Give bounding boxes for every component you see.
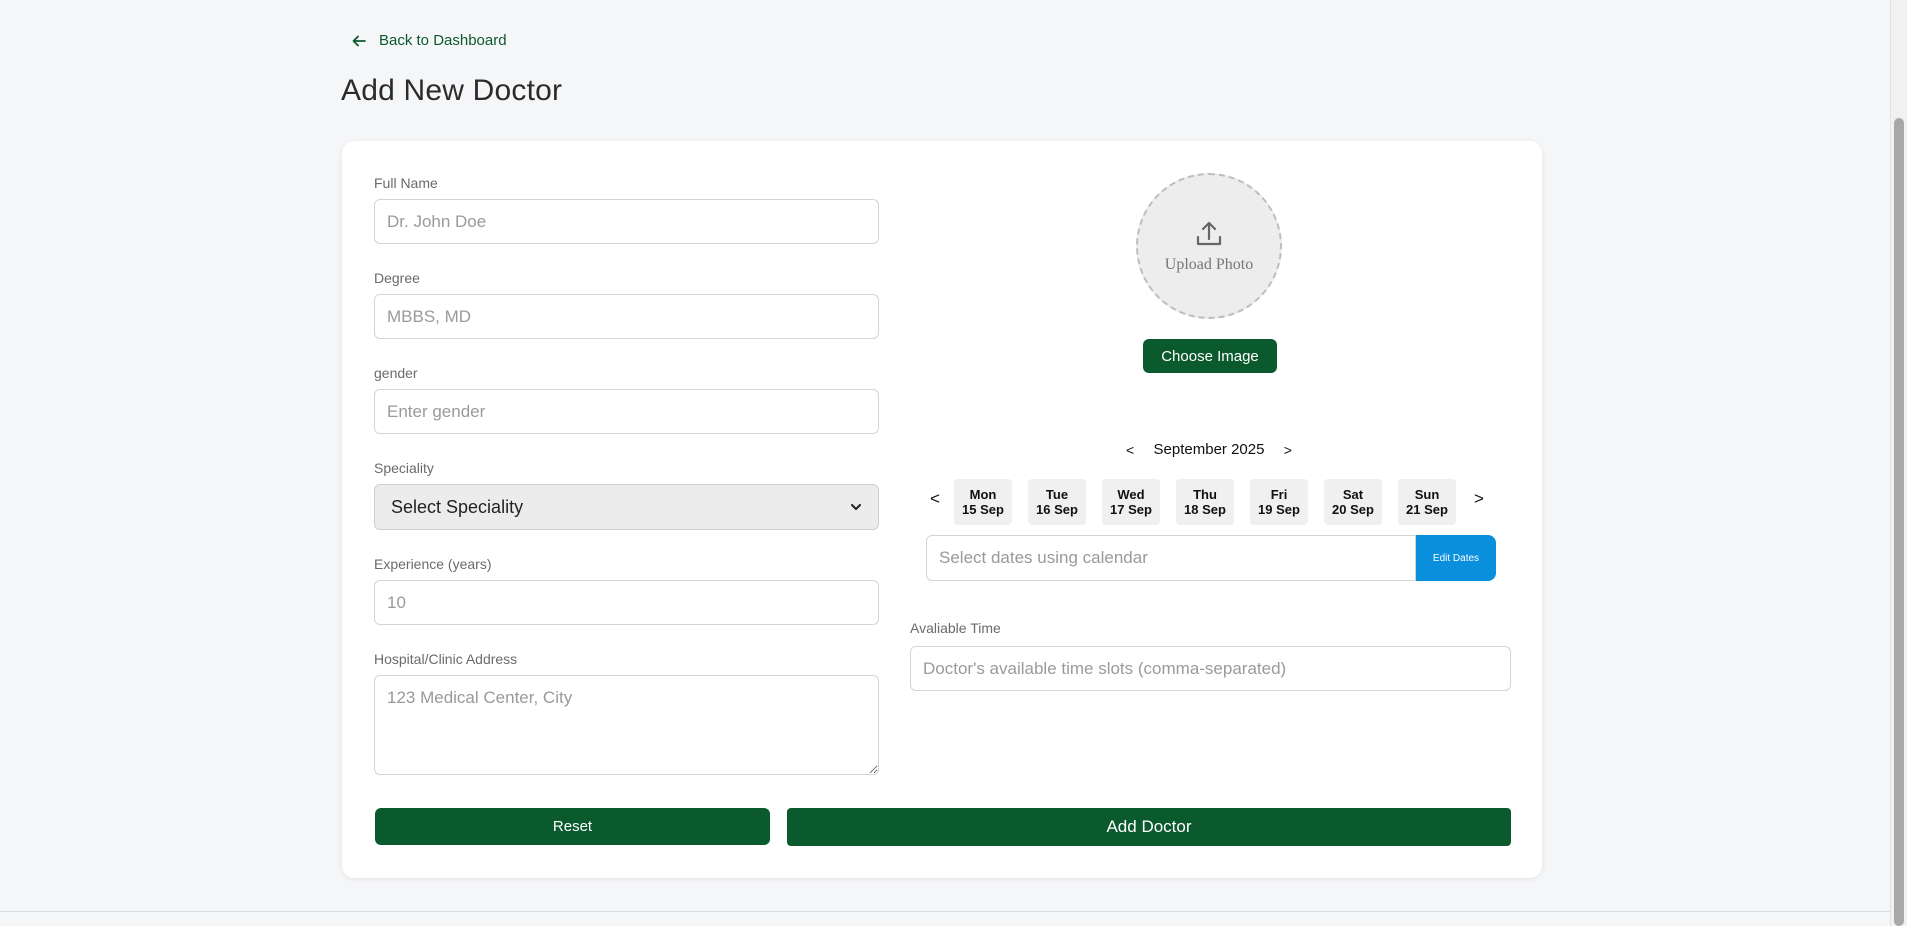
day-weekday: Tue (1045, 487, 1069, 502)
day-chip[interactable]: Thu 18 Sep (1176, 479, 1234, 525)
gender-input[interactable] (374, 389, 879, 434)
day-weekday: Fri (1270, 487, 1288, 502)
day-weekday: Wed (1117, 487, 1145, 502)
edit-dates-button[interactable]: Edit Dates (1416, 535, 1496, 581)
gender-label: gender (374, 365, 418, 381)
current-month-label: September 2025 (1153, 441, 1265, 458)
doctor-form-card: Full Name Degree gender Speciality Selec… (342, 141, 1542, 878)
upload-photo-dropzone[interactable]: Upload Photo (1136, 173, 1282, 319)
day-chip[interactable]: Sat 20 Sep (1324, 479, 1382, 525)
back-to-dashboard-link[interactable]: Back to Dashboard (351, 32, 507, 49)
day-date: 17 Sep (1110, 502, 1152, 517)
upload-photo-label: Upload Photo (1164, 256, 1254, 273)
day-chip[interactable]: Sun 21 Sep (1398, 479, 1456, 525)
full-name-input[interactable] (374, 199, 879, 244)
day-date: 21 Sep (1406, 502, 1448, 517)
speciality-select[interactable]: Select Speciality (374, 484, 879, 530)
add-doctor-button[interactable]: Add Doctor (787, 808, 1511, 846)
day-weekday: Mon (969, 487, 997, 502)
day-chip[interactable]: Mon 15 Sep (954, 479, 1012, 525)
back-link-label: Back to Dashboard (379, 32, 507, 49)
speciality-label: Speciality (374, 460, 434, 476)
degree-input[interactable] (374, 294, 879, 339)
selected-dates-input[interactable] (926, 535, 1416, 581)
upload-icon (1196, 221, 1222, 246)
degree-label: Degree (374, 270, 420, 286)
speciality-selected-value: Select Speciality (391, 496, 524, 517)
experience-input[interactable] (374, 580, 879, 625)
day-date: 20 Sep (1332, 502, 1374, 517)
arrow-left-icon (352, 35, 366, 46)
full-name-label: Full Name (374, 175, 438, 191)
available-time-input[interactable] (910, 646, 1511, 691)
reset-button[interactable]: Reset (375, 808, 770, 845)
day-date: 19 Sep (1258, 502, 1300, 517)
address-textarea[interactable] (374, 675, 879, 775)
day-chip[interactable]: Fri 19 Sep (1250, 479, 1308, 525)
prev-week-button[interactable]: < (930, 489, 940, 509)
selected-dates-group: Edit Dates (926, 535, 1496, 581)
prev-month-button[interactable]: < (1122, 442, 1138, 458)
day-weekday: Sat (1342, 487, 1364, 502)
day-date: 15 Sep (962, 502, 1004, 517)
vertical-scrollbar[interactable] (1890, 0, 1907, 926)
available-time-label: Avaliable Time (910, 620, 1001, 636)
page-title: Add New Doctor (341, 74, 563, 107)
day-weekday: Sun (1414, 487, 1440, 502)
week-day-strip: < Mon 15 Sep Tue 16 Sep Wed 17 Sep Thu 1… (924, 479, 1500, 527)
choose-image-button[interactable]: Choose Image (1143, 339, 1277, 373)
footer-divider (0, 911, 1890, 912)
day-chip[interactable]: Wed 17 Sep (1102, 479, 1160, 525)
page: Back to Dashboard Add New Doctor Full Na… (0, 0, 1907, 926)
day-chip[interactable]: Tue 16 Sep (1028, 479, 1086, 525)
scrollbar-thumb[interactable] (1894, 118, 1904, 926)
next-month-button[interactable]: > (1280, 442, 1296, 458)
address-label: Hospital/Clinic Address (374, 651, 518, 667)
day-weekday: Thu (1193, 487, 1217, 502)
day-date: 18 Sep (1184, 502, 1226, 517)
chevron-down-icon (851, 504, 861, 510)
month-navigator: < September 2025 > (1122, 441, 1296, 458)
next-week-button[interactable]: > (1474, 489, 1484, 509)
day-date: 16 Sep (1036, 502, 1078, 517)
experience-label: Experience (years) (374, 556, 492, 572)
